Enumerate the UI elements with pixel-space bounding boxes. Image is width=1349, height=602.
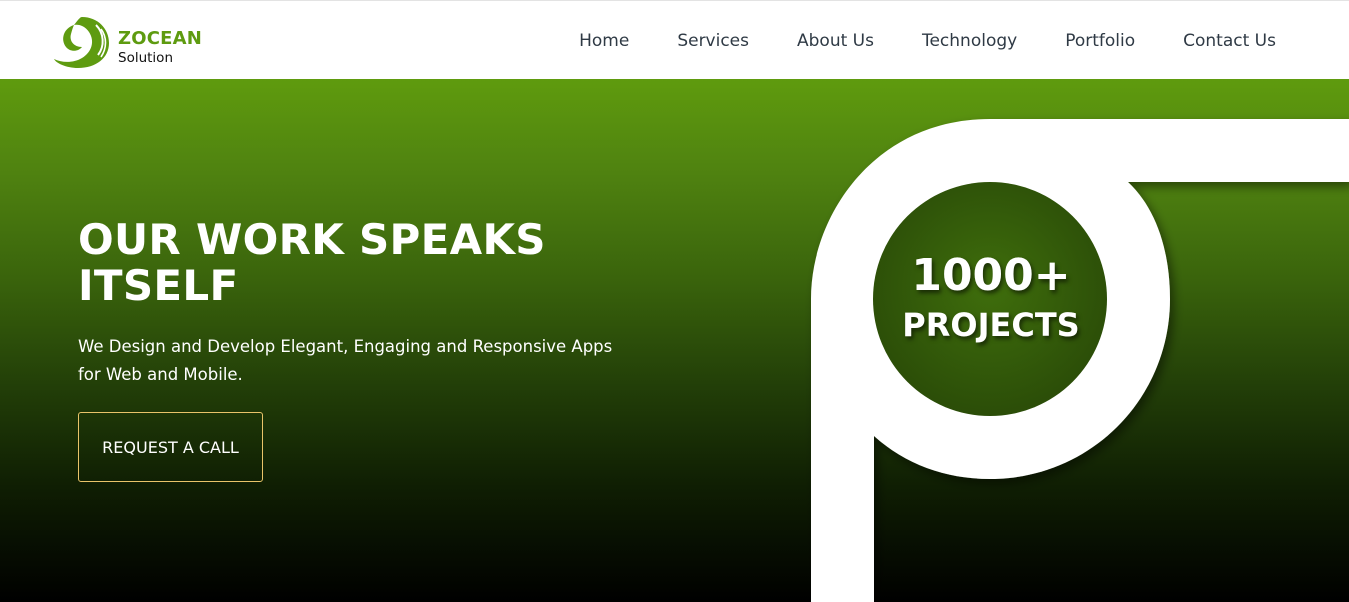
projects-label: PROJECTS xyxy=(902,306,1080,344)
projects-count: 1000+ xyxy=(911,250,1071,301)
nav-services[interactable]: Services xyxy=(677,31,749,51)
hero-section: OUR WORK SPEAKS ITSELF We Design and Dev… xyxy=(0,79,1349,602)
nav-contact-us[interactable]: Contact Us xyxy=(1183,31,1276,51)
brand-logo[interactable]: ZOCEAN Solution xyxy=(52,13,212,69)
site-header: ZOCEAN Solution Home Services About Us T… xyxy=(0,0,1349,79)
nav-about-us[interactable]: About Us xyxy=(797,31,874,51)
nav-portfolio[interactable]: Portfolio xyxy=(1065,31,1135,51)
brand-tagline: Solution xyxy=(118,50,173,66)
request-call-button[interactable]: REQUEST A CALL xyxy=(78,412,263,482)
main-nav: Home Services About Us Technology Portfo… xyxy=(579,31,1276,51)
hero-title: OUR WORK SPEAKS ITSELF xyxy=(78,215,546,310)
nav-home[interactable]: Home xyxy=(579,31,629,51)
hero-subtitle: We Design and Develop Elegant, Engaging … xyxy=(78,337,613,384)
brand-name: ZOCEAN xyxy=(118,28,203,49)
nav-technology[interactable]: Technology xyxy=(922,31,1017,51)
wave-logo-icon xyxy=(54,17,109,68)
